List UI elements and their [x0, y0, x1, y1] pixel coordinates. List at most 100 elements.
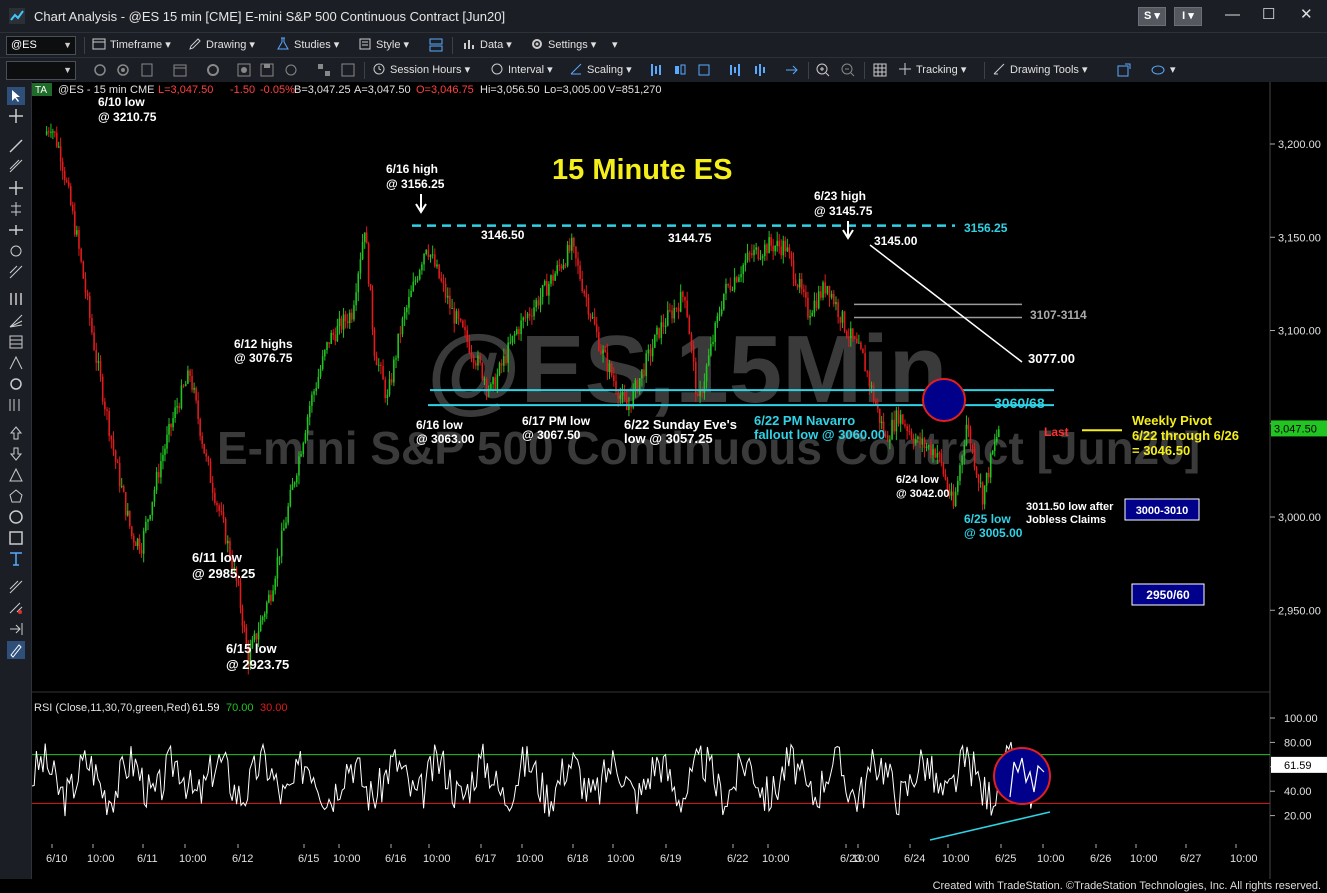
candle-body: [386, 394, 389, 399]
cycle-icon[interactable]: [205, 62, 221, 78]
grid-icon[interactable]: [236, 62, 252, 78]
save-icon[interactable]: [259, 62, 275, 78]
time-tick-label: 10:00: [87, 853, 115, 865]
ray-tool-icon[interactable]: [7, 157, 25, 175]
candle-body: [643, 369, 645, 377]
candle-body: [694, 362, 697, 394]
session-hours-menu[interactable]: Session Hours ▾: [372, 62, 470, 79]
candle-body: [412, 281, 415, 291]
alert-icon[interactable]: [283, 62, 299, 78]
layout-icon[interactable]: [316, 62, 332, 78]
settings-menu[interactable]: Settings ▾: [530, 37, 596, 54]
time-tick-label: 6/25: [995, 853, 1016, 865]
candle-body: [725, 283, 727, 294]
gann-tool-icon[interactable]: [7, 290, 25, 308]
candle-body: [852, 328, 854, 338]
header-high: Hi=3,056.50: [480, 84, 540, 96]
candle-body: [608, 363, 611, 372]
drawing-menu[interactable]: Drawing ▾: [188, 37, 255, 54]
candle-body: [455, 311, 458, 324]
chevron-down-icon: ▼: [63, 40, 72, 50]
fibonacci-tool-icon[interactable]: [7, 263, 25, 281]
rsi-divergence-circle: [993, 747, 1051, 805]
symbol-link-s-button[interactable]: S ▾: [1138, 7, 1166, 26]
horizontal-line-tool-icon[interactable]: [7, 221, 25, 239]
export-icon[interactable]: [1116, 62, 1132, 78]
minimize-icon[interactable]: —: [1225, 6, 1240, 24]
delete-drawing-tool-icon[interactable]: [7, 599, 25, 617]
candle-body: [692, 345, 695, 363]
zoom-bars-icon[interactable]: [728, 62, 744, 78]
page-icon[interactable]: [139, 62, 155, 78]
snap-tool-icon[interactable]: [7, 620, 25, 638]
secondary-combo[interactable]: ▼: [6, 61, 76, 80]
compress-bars-icon[interactable]: [752, 62, 768, 78]
timeframe-menu[interactable]: Timeframe ▾: [92, 37, 171, 54]
bar-chart-icon[interactable]: [648, 62, 664, 78]
header-ask: A=3,047.50: [354, 84, 411, 96]
channel-tool-icon[interactable]: [7, 179, 25, 197]
candle-body: [602, 349, 604, 354]
shift-right-icon[interactable]: [784, 62, 800, 78]
ellipse-tool-icon[interactable]: [7, 508, 25, 526]
rectangle-tool-icon[interactable]: [7, 529, 25, 547]
refresh-icon[interactable]: [92, 62, 108, 78]
pitchfork-tool-icon[interactable]: [7, 242, 25, 260]
tracking-menu[interactable]: Tracking ▾: [898, 62, 966, 79]
fib-ext-tool-icon[interactable]: [7, 354, 25, 372]
trendline-tool-icon[interactable]: [7, 137, 25, 155]
drawing-tools-menu[interactable]: Drawing Tools ▾: [992, 62, 1087, 79]
reload-icon[interactable]: [115, 62, 131, 78]
pointer-icon[interactable]: [7, 87, 25, 105]
arrow-up-tool-icon[interactable]: [7, 424, 25, 442]
properties-icon[interactable]: [340, 62, 356, 78]
s-button-label: S: [1144, 10, 1152, 22]
style-menu[interactable]: Style ▾: [358, 37, 409, 54]
drawing-object-tool-icon[interactable]: [7, 641, 25, 659]
symbol-combo[interactable]: @ES ▼: [6, 36, 76, 55]
style-label: Style: [376, 39, 401, 51]
data-window-icon[interactable]: [872, 62, 888, 78]
time-tick-label: 10:00: [516, 853, 544, 865]
calendar-icon[interactable]: [172, 62, 188, 78]
candle-body: [660, 322, 663, 338]
maximize-icon[interactable]: ☐: [1262, 6, 1275, 24]
candlestick-icon[interactable]: [672, 62, 688, 78]
candle-body: [959, 465, 961, 481]
annotation-3011-low: 3011.50 low after: [1026, 501, 1114, 513]
text-tool-icon[interactable]: [7, 550, 25, 568]
cycle-tool-icon[interactable]: [7, 375, 25, 393]
crosshair-tool-icon[interactable]: [7, 107, 25, 125]
pentagon-tool-icon[interactable]: [7, 487, 25, 505]
candle-body: [431, 254, 434, 256]
studies-menu[interactable]: Studies ▾: [276, 37, 339, 54]
toolbar-overflow[interactable]: ▾: [612, 37, 618, 54]
candle-body: [80, 248, 82, 262]
candle-body: [912, 438, 915, 444]
link-chart-icon[interactable]: [428, 37, 444, 53]
candle-body: [353, 305, 355, 320]
eraser-tool-icon[interactable]: [7, 578, 25, 596]
chat-icon[interactable]: [1150, 62, 1166, 78]
zoom-out-icon[interactable]: [840, 62, 856, 78]
scaling-menu[interactable]: Scaling ▾: [569, 62, 632, 79]
fib-retrace-tool-icon[interactable]: [7, 333, 25, 351]
symbol-link-i-button[interactable]: I ▾: [1174, 7, 1202, 26]
candle-body: [983, 485, 986, 505]
speed-lines-tool-icon[interactable]: [7, 312, 25, 330]
time-zones-tool-icon[interactable]: [7, 396, 25, 414]
arrow-down-tool-icon[interactable]: [7, 445, 25, 463]
close-icon[interactable]: ✕: [1300, 6, 1313, 24]
title-bar: Chart Analysis - @ES 15 min [CME] E-mini…: [0, 0, 1327, 32]
interval-menu[interactable]: Interval ▾: [490, 62, 553, 79]
candle-body: [634, 380, 637, 390]
triangle-tool-icon[interactable]: [7, 466, 25, 484]
vertical-line-tool-icon[interactable]: [7, 200, 25, 218]
chart-area[interactable]: @ES,15Min E-mini S&P 500 Continuous Cont…: [32, 82, 1327, 879]
data-menu[interactable]: Data ▾: [462, 37, 512, 54]
candle-body: [811, 312, 814, 317]
zoom-in-icon[interactable]: [815, 62, 831, 78]
toolbar2-overflow[interactable]: ▾: [1170, 62, 1176, 79]
candle-body: [84, 278, 87, 293]
hollow-candle-icon[interactable]: [696, 62, 712, 78]
